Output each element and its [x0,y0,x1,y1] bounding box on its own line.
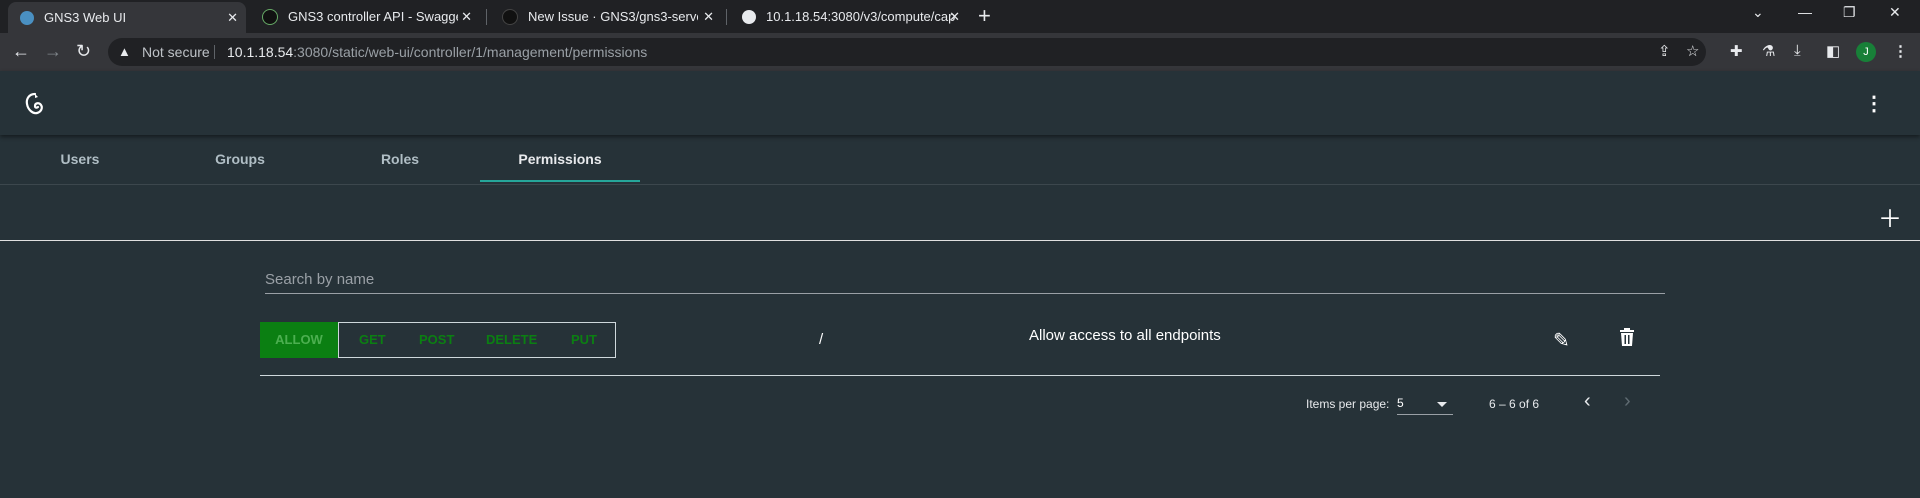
close-tab-icon[interactable]: ✕ [461,9,472,25]
method-put-button[interactable]: PUT [571,323,597,357]
download-icon[interactable]: ⤓ [1794,42,1801,59]
browser-tab-github-issue[interactable]: New Issue · GNS3/gns3-server ✕ [490,0,722,33]
tab-search-chevron-icon[interactable]: ⌄ [1752,4,1764,21]
github-favicon-icon [502,8,518,25]
add-permission-button[interactable]: ＋ [1878,208,1902,232]
allow-toggle-button[interactable]: ALLOW [260,322,338,358]
close-tab-icon[interactable]: ✕ [703,9,714,25]
browser-tab-title: 10.1.18.54:3080/v3/compute/capabilities [766,9,956,24]
security-label[interactable]: Not secure [142,38,210,66]
close-tab-icon[interactable]: ✕ [227,10,238,26]
management-tabs: Users Groups Roles Permissions [0,136,1920,185]
browser-menu-icon[interactable]: ⋮ [1893,42,1908,60]
browser-toolbar: ← → ↻ ▲ Not secure 10.1.18.54:3080/stati… [0,33,1920,71]
bookmark-star-icon[interactable]: ☆ [1686,38,1699,66]
gns3-logo-icon[interactable] [24,92,46,122]
forward-icon[interactable]: → [44,41,62,61]
paginator-range: 6 – 6 of 6 [1489,397,1540,411]
search-input[interactable] [265,268,1665,294]
active-tab-indicator [480,180,640,182]
new-tab-icon[interactable]: + [978,3,991,29]
dropdown-arrow-icon [1437,402,1447,407]
back-icon[interactable]: ← [12,41,30,61]
tab-separator [726,9,727,25]
method-delete-button[interactable]: DELETE [486,323,537,357]
previous-page-icon[interactable]: ‹ [1584,391,1591,411]
close-window-icon[interactable]: ✕ [1889,4,1901,21]
browser-tab-strip: GNS3 Web UI ✕ GNS3 controller API - Swag… [0,0,1920,33]
side-panel-icon[interactable]: ◧ [1826,42,1840,60]
globe-icon [742,9,756,24]
next-page-icon[interactable]: › [1624,391,1631,411]
address-bar[interactable]: ▲ Not secure 10.1.18.54:3080/static/web-… [108,38,1706,66]
browser-tab-title: New Issue · GNS3/gns3-server [528,9,698,24]
browser-tab-capabilities[interactable]: 10.1.18.54:3080/v3/compute/capabilities … [730,0,968,33]
profile-avatar[interactable]: J [1856,42,1876,62]
reload-icon[interactable]: ↻ [76,41,91,61]
tab-roles[interactable]: Roles [320,136,480,184]
browser-tab-title: GNS3 Web UI [44,10,127,25]
extensions-icon[interactable]: ✚ [1730,42,1743,60]
url-path: :3080/static/web-ui/controller/1/managem… [293,44,648,60]
browser-tab-title: GNS3 controller API - Swagger UI [288,9,458,24]
tab-separator [486,9,487,25]
permission-path: / [819,331,824,348]
url-text[interactable]: 10.1.18.54:3080/static/web-ui/controller… [227,38,647,66]
items-per-page-label: Items per page: [1306,397,1390,411]
app-menu-icon[interactable]: ⋮ [1864,91,1884,116]
items-per-page-select[interactable]: 5 [1397,394,1453,415]
swagger-favicon-icon [262,8,278,25]
warning-icon: ▲ [118,44,131,59]
row-divider [260,375,1660,376]
method-get-button[interactable]: GET [359,323,386,357]
method-button-group: GET POST DELETE PUT [338,322,616,358]
minimize-icon[interactable]: — [1798,4,1812,20]
section-divider [0,240,1920,241]
url-host: 10.1.18.54 [227,44,294,60]
labs-flask-icon[interactable]: ⚗ [1762,42,1775,60]
permission-description: Allow access to all endpoints [1029,327,1221,344]
browser-tab-gns3-web-ui[interactable]: GNS3 Web UI ✕ [8,2,246,33]
omnibox-separator [214,45,215,59]
method-post-button[interactable]: POST [419,323,454,357]
browser-tab-swagger[interactable]: GNS3 controller API - Swagger UI ✕ [250,0,480,33]
restore-icon[interactable]: ❐ [1843,4,1856,21]
app-header: ⋮ [0,71,1920,135]
share-icon[interactable]: ⇪ [1658,38,1671,66]
edit-pencil-icon[interactable]: ✎ [1553,328,1570,353]
tab-groups[interactable]: Groups [160,136,320,184]
delete-trash-icon[interactable] [1619,328,1635,352]
close-tab-icon[interactable]: ✕ [949,9,960,25]
gns3-favicon-icon [20,10,34,25]
tab-users[interactable]: Users [0,136,160,184]
tab-permissions[interactable]: Permissions [480,136,640,184]
items-per-page-value: 5 [1397,396,1404,410]
